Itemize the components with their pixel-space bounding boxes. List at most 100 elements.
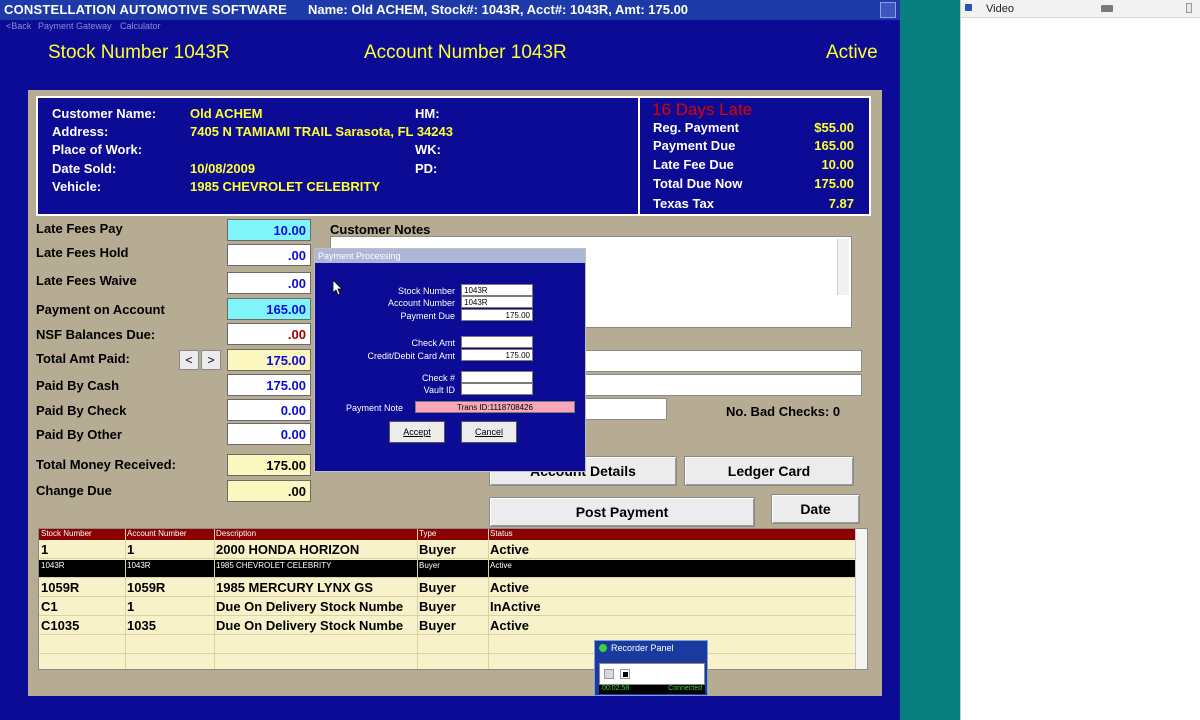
dialog-title: Payment Processing bbox=[315, 249, 585, 263]
cell-account: 1 bbox=[127, 542, 135, 557]
late-fee-due: 10.00 bbox=[821, 157, 854, 172]
change-due-field[interactable]: .00 bbox=[227, 480, 311, 502]
post-payment-button[interactable]: Post Payment bbox=[489, 497, 755, 527]
late-fees-hold-field[interactable]: .00 bbox=[227, 244, 311, 266]
stop-button[interactable] bbox=[620, 669, 630, 679]
cell-status: Active bbox=[490, 580, 530, 595]
table-scrollbar[interactable] bbox=[855, 529, 867, 669]
notes-field-2[interactable] bbox=[560, 374, 862, 396]
stop-icon bbox=[623, 672, 628, 677]
dialog-card-amt-field[interactable]: 175.00 bbox=[461, 349, 533, 361]
dialog-stock-field[interactable]: 1043R bbox=[461, 284, 533, 296]
payment-due-label: Payment Due bbox=[653, 138, 736, 153]
recorder-status-bar: 00:02:58 Connected bbox=[599, 685, 705, 694]
days-late-banner: 16 Days Late bbox=[652, 100, 753, 119]
reg-payment: $55.00 bbox=[814, 120, 854, 135]
cell-type: Buyer bbox=[419, 580, 456, 595]
dialog-vault-field[interactable] bbox=[461, 383, 533, 395]
late-fees-waive-field[interactable]: .00 bbox=[227, 272, 311, 294]
dialog-card-amt-label: Credit/Debit Card Amt bbox=[367, 351, 455, 361]
cell-stock: C1035 bbox=[41, 618, 80, 633]
column-description[interactable]: Description bbox=[216, 529, 256, 538]
payment-on-account-label: Payment on Account bbox=[36, 302, 165, 317]
work-phone-label: WK: bbox=[415, 142, 441, 157]
dialog-account-field[interactable]: 1043R bbox=[461, 296, 533, 308]
recorder-state: Connected bbox=[668, 685, 702, 692]
paid-by-other-label: Paid By Other bbox=[36, 427, 122, 442]
dialog-note-field[interactable]: Trans ID:1118708426 bbox=[415, 401, 575, 413]
date-sold: 10/08/2009 bbox=[190, 161, 256, 176]
dialog-note-label: Payment Note bbox=[345, 403, 403, 413]
next-button[interactable]: > bbox=[201, 350, 221, 370]
nsf-balances-field[interactable]: .00 bbox=[227, 323, 311, 345]
video-panel-icon bbox=[965, 4, 972, 11]
recorder-title: Recorder Panel bbox=[611, 643, 674, 653]
customer-name-label: Customer Name: bbox=[52, 106, 157, 121]
column-stock-number[interactable]: Stock Number bbox=[41, 529, 92, 538]
prev-button[interactable]: < bbox=[179, 350, 199, 370]
cell-account: 1059R bbox=[127, 580, 166, 595]
cell-stock: C1 bbox=[41, 599, 58, 614]
column-status[interactable]: Status bbox=[490, 529, 513, 538]
account-number-heading: Account Number 1043R bbox=[364, 42, 567, 63]
column-type[interactable]: Type bbox=[419, 529, 436, 538]
menu-calculator[interactable]: Calculator bbox=[120, 21, 161, 31]
stock-number-heading: Stock Number 1043R bbox=[48, 42, 230, 63]
paid-by-check-label: Paid By Check bbox=[36, 403, 127, 418]
video-header: Video bbox=[961, 0, 1200, 18]
dialog-due-field[interactable]: 175.00 bbox=[461, 309, 533, 321]
total-amt-paid-label: Total Amt Paid: bbox=[36, 351, 130, 366]
ledger-card-button[interactable]: Ledger Card bbox=[684, 456, 854, 486]
total-amt-paid-field[interactable]: 175.00 bbox=[227, 349, 311, 371]
notes-scrollbar[interactable] bbox=[837, 239, 849, 295]
recorder-controls bbox=[599, 663, 705, 685]
nsf-balances-label: NSF Balances Due: bbox=[36, 327, 156, 342]
menu-payment-gateway[interactable]: Payment Gateway bbox=[38, 21, 112, 31]
late-fees-pay-field[interactable]: 10.00 bbox=[227, 219, 311, 241]
window-title: Name: Old ACHEM, Stock#: 1043R, Acct#: 1… bbox=[308, 2, 689, 17]
total-due-now-label: Total Due Now bbox=[653, 176, 743, 191]
date-button[interactable]: Date bbox=[771, 494, 860, 524]
dialog-accept-button[interactable]: Accept bbox=[389, 421, 445, 443]
cell-stock: 1043R bbox=[41, 561, 65, 570]
table-row[interactable]: 1 1 2000 HONDA HORIZON Buyer Active bbox=[39, 540, 857, 559]
total-money-received-field[interactable]: 175.00 bbox=[227, 454, 311, 476]
cell-status: Active bbox=[490, 618, 530, 633]
recorder-status-icon bbox=[599, 644, 607, 652]
dialog-cancel-button[interactable]: Cancel bbox=[461, 421, 517, 443]
home-phone-label: HM: bbox=[415, 106, 440, 121]
late-fees-hold-label: Late Fees Hold bbox=[36, 245, 129, 260]
account-status: Active bbox=[826, 42, 878, 63]
pd-label: PD: bbox=[415, 161, 438, 176]
dialog-check-no-label: Check # bbox=[421, 373, 455, 383]
late-fee-due-label: Late Fee Due bbox=[653, 157, 734, 172]
recorder-panel: Recorder Panel 00:02:58 Connected bbox=[594, 640, 708, 696]
dialog-check-no-field[interactable] bbox=[461, 371, 533, 383]
address-label: Address: bbox=[52, 124, 109, 139]
table-row-selected[interactable]: 1043R 1043R 1985 CHEVROLET CELEBRITY Buy… bbox=[39, 560, 857, 578]
payment-on-account-field[interactable]: 165.00 bbox=[227, 298, 311, 320]
change-due-label: Change Due bbox=[36, 483, 112, 498]
menu-back[interactable]: <Back bbox=[6, 21, 31, 31]
table-row[interactable]: 1059R 1059R 1985 MERCURY LYNX GS Buyer A… bbox=[39, 578, 857, 597]
paid-by-other-field[interactable]: 0.00 bbox=[227, 423, 311, 445]
column-divider bbox=[488, 529, 489, 669]
payment-processing-dialog: Payment Processing Stock Number 1043R Ac… bbox=[314, 248, 586, 472]
bad-checks-count: No. Bad Checks: 0 bbox=[726, 404, 841, 419]
notes-field-1[interactable] bbox=[560, 350, 862, 372]
cell-stock: 1 bbox=[41, 542, 49, 557]
paid-by-cash-field[interactable]: 175.00 bbox=[227, 374, 311, 396]
paid-by-cash-label: Paid By Cash bbox=[36, 378, 120, 393]
table-row[interactable]: C1 1 Due On Delivery Stock Numbe Buyer I… bbox=[39, 597, 857, 616]
panel-grip-icon[interactable] bbox=[1186, 3, 1192, 13]
column-account-number[interactable]: Account Number bbox=[127, 529, 187, 538]
camera-icon[interactable] bbox=[1101, 5, 1113, 12]
date-sold-label: Date Sold: bbox=[52, 161, 117, 176]
dialog-check-amt-field[interactable] bbox=[461, 336, 533, 348]
cell-account: 1 bbox=[127, 599, 135, 614]
close-window-button[interactable] bbox=[880, 2, 896, 18]
table-row[interactable]: C1035 1035 Due On Delivery Stock Numbe B… bbox=[39, 616, 857, 635]
record-button[interactable] bbox=[604, 669, 614, 679]
cell-account: 1035 bbox=[127, 618, 156, 633]
info-divider bbox=[638, 98, 640, 214]
